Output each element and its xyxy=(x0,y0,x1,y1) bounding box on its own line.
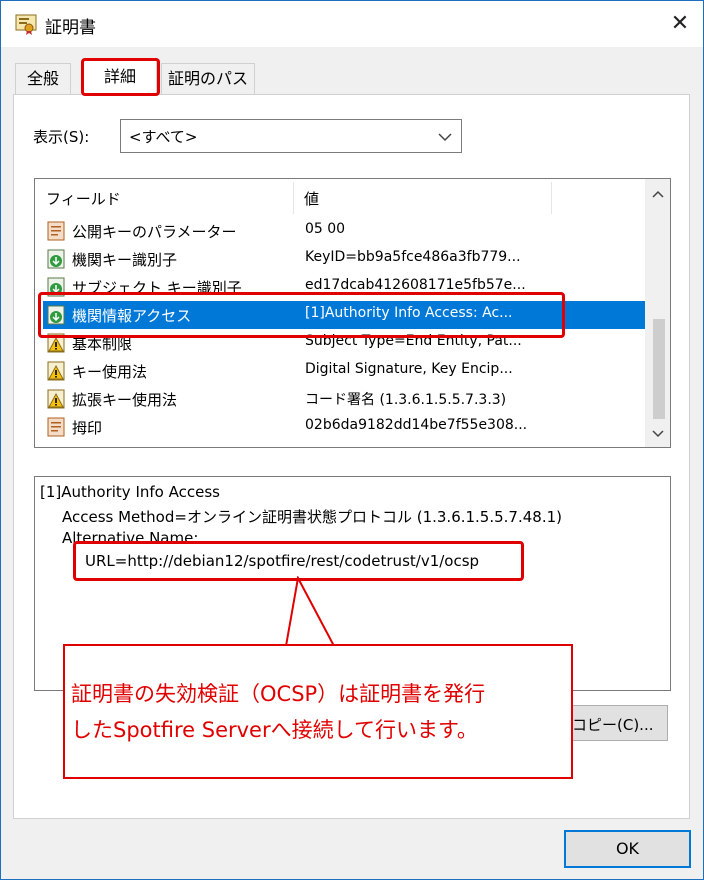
field-value: Digital Signature, Key Encip... xyxy=(305,361,513,377)
annotation-line: 証明書の失効検証（OCSP）は証明書を発行 xyxy=(71,682,486,706)
field-name: 公開キーのパラメーター xyxy=(72,223,237,241)
chevron-up-icon[interactable] xyxy=(645,183,671,205)
title-bar: 証明書 ✕ xyxy=(1,1,703,47)
field-value: KeyID=bb9a5fce486a3fb779... xyxy=(305,249,521,265)
ok-button-label: OK xyxy=(615,839,640,858)
detail-line: Access Method=オンライン証明書状態プロトコル (1.3.6.1.5… xyxy=(62,508,562,526)
tab-general[interactable]: 全般 xyxy=(15,63,71,95)
certificate-dialog: 証明書 ✕ 全般 詳細 証明のパス 表示(S): <すべて> フィールド 値 公… xyxy=(0,0,704,880)
certificate-extension-icon xyxy=(47,249,65,269)
ok-button[interactable]: OK xyxy=(564,830,691,868)
field-name: 機関キー識別子 xyxy=(72,251,178,269)
highlight-details-tab xyxy=(81,58,160,96)
highlight-ocsp-url xyxy=(73,541,524,581)
window-title: 証明書 xyxy=(45,18,96,38)
chevron-down-icon xyxy=(438,133,452,142)
list-item[interactable]: 機関キー識別子 KeyID=bb9a5fce486a3fb779... xyxy=(43,245,645,273)
show-dropdown[interactable]: <すべて> xyxy=(120,119,462,153)
column-divider xyxy=(551,182,552,214)
certificate-icon xyxy=(15,14,37,35)
field-name: 拡張キー使用法 xyxy=(72,391,178,409)
highlight-selected-row xyxy=(38,292,565,338)
critical-extension-icon xyxy=(47,389,65,409)
show-dropdown-value: <すべて> xyxy=(129,128,198,146)
field-value: ed17dcab412608171e5fb57e... xyxy=(305,277,526,293)
field-name: キー使用法 xyxy=(72,363,148,381)
annotation-text: 証明書の失効検証（OCSP）は証明書を発行 したSpotfire Serverへ… xyxy=(71,676,485,748)
copy-button-label: コピー(C)... xyxy=(572,716,654,734)
header-field[interactable]: フィールド xyxy=(46,188,121,209)
list-item[interactable]: キー使用法 Digital Signature, Key Encip... xyxy=(43,357,645,385)
show-label: 表示(S): xyxy=(33,128,90,146)
field-value: 05 00 xyxy=(305,221,346,237)
list-item[interactable]: 拇印 02b6da9182dd14be7f55e308... xyxy=(43,413,645,441)
column-divider xyxy=(293,182,294,214)
list-item[interactable]: 拡張キー使用法 コード署名 (1.3.6.1.5.5.7.3.3) xyxy=(43,385,645,413)
annotation-line: したSpotfire Serverへ接続して行います。 xyxy=(71,718,478,742)
detail-line: [1]Authority Info Access xyxy=(40,483,220,501)
list-item[interactable]: 公開キーのパラメーター 05 00 xyxy=(43,217,645,245)
annotation-callout: 証明書の失効検証（OCSP）は証明書を発行 したSpotfire Serverへ… xyxy=(63,644,573,779)
certificate-field-icon xyxy=(47,417,65,437)
field-value: コード署名 (1.3.6.1.5.5.7.3.3) xyxy=(305,392,507,408)
header-value[interactable]: 値 xyxy=(304,188,319,209)
critical-extension-icon xyxy=(47,361,65,381)
vertical-scrollbar[interactable] xyxy=(645,179,671,447)
chevron-down-icon[interactable] xyxy=(645,423,671,445)
tab-certification-path[interactable]: 証明のパス xyxy=(161,63,255,95)
close-button[interactable]: ✕ xyxy=(665,9,695,39)
callout-pointer xyxy=(285,576,335,647)
certificate-field-icon xyxy=(47,221,65,241)
field-list-header: フィールド 値 xyxy=(35,179,645,216)
field-name: 拇印 xyxy=(72,419,103,437)
field-value: 02b6da9182dd14be7f55e308... xyxy=(305,417,528,433)
copy-button[interactable]: コピー(C)... xyxy=(561,705,668,741)
scrollbar-thumb[interactable] xyxy=(653,319,665,419)
